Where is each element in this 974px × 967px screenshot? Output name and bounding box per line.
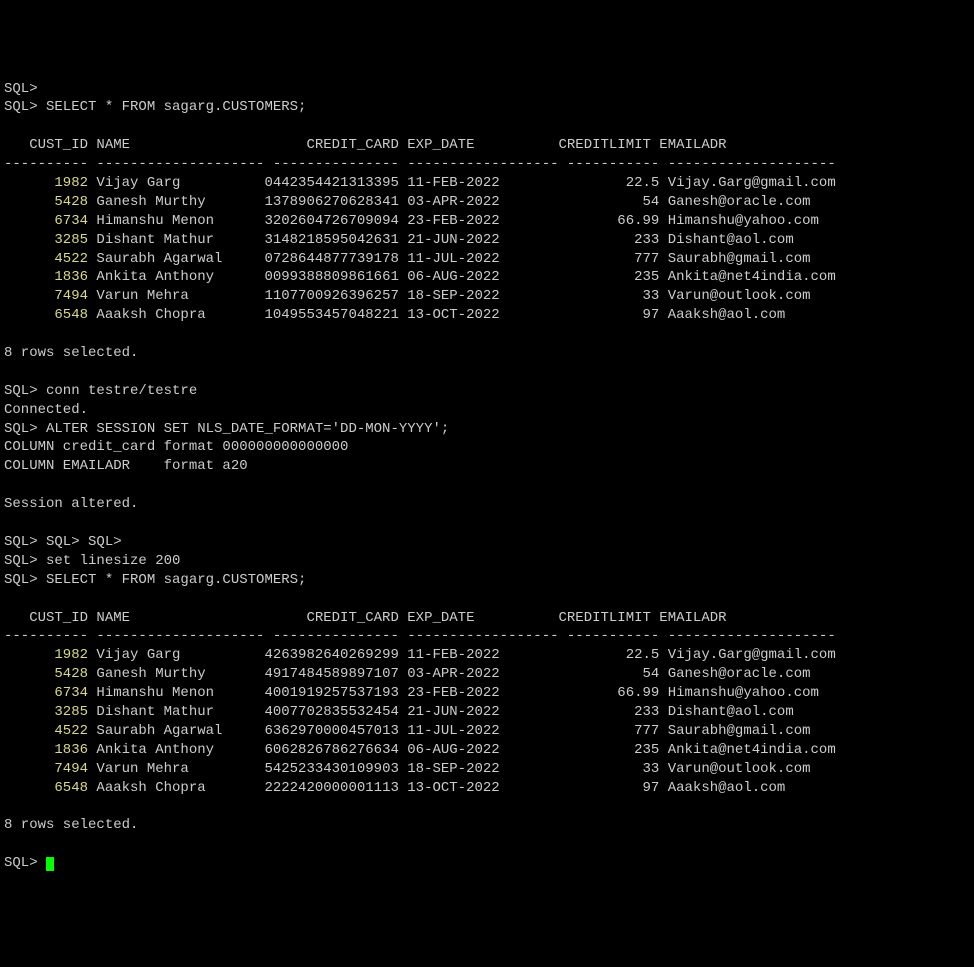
session-altered: Session altered.: [4, 495, 970, 514]
table-row: 1982 Vijay Garg 0442354421313395 11-FEB-…: [4, 174, 970, 193]
prompt-partial: SQL>: [4, 80, 970, 99]
table-separator: ---------- -------------------- --------…: [4, 155, 970, 174]
terminal-output[interactable]: SQL>SQL> SELECT * FROM sagarg.CUSTOMERS;…: [4, 80, 970, 873]
table-header: CUST_ID NAME CREDIT_CARD EXP_DATE CREDIT…: [4, 609, 970, 628]
blank: [4, 514, 970, 533]
blank: [4, 835, 970, 854]
table-separator: ---------- -------------------- --------…: [4, 627, 970, 646]
table-header: CUST_ID NAME CREDIT_CARD EXP_DATE CREDIT…: [4, 136, 970, 155]
table-row: 3285 Dishant Mathur 4007702835532454 21-…: [4, 703, 970, 722]
table-row: 5428 Ganesh Murthy 1378906270628341 03-A…: [4, 193, 970, 212]
blank: [4, 363, 970, 382]
column-email-format: COLUMN EMAILADR format a20: [4, 457, 970, 476]
table-row: 4522 Saurabh Agarwal 6362970000457013 11…: [4, 722, 970, 741]
blank: [4, 590, 970, 609]
column-credit-format: COLUMN credit_card format 00000000000000…: [4, 438, 970, 457]
sql-select-2: SQL> SELECT * FROM sagarg.CUSTOMERS;: [4, 571, 970, 590]
table-row: 6548 Aaaksh Chopra 1049553457048221 13-O…: [4, 306, 970, 325]
sql-linesize: SQL> set linesize 200: [4, 552, 970, 571]
table-row: 1982 Vijay Garg 4263982640269299 11-FEB-…: [4, 646, 970, 665]
table-row: 5428 Ganesh Murthy 4917484589897107 03-A…: [4, 665, 970, 684]
table-row: 1836 Ankita Anthony 6062826786276634 06-…: [4, 741, 970, 760]
rows-selected: 8 rows selected.: [4, 816, 970, 835]
table-row: 1836 Ankita Anthony 0099388809861661 06-…: [4, 268, 970, 287]
table-row: 6734 Himanshu Menon 4001919257537193 23-…: [4, 684, 970, 703]
connected: Connected.: [4, 401, 970, 420]
sql-triple: SQL> SQL> SQL>: [4, 533, 970, 552]
sql-select-1: SQL> SELECT * FROM sagarg.CUSTOMERS;: [4, 98, 970, 117]
blank: [4, 117, 970, 136]
blank: [4, 797, 970, 816]
table-row: 7494 Varun Mehra 5425233430109903 18-SEP…: [4, 760, 970, 779]
cursor-icon: [46, 857, 54, 871]
sql-alter-session: SQL> ALTER SESSION SET NLS_DATE_FORMAT='…: [4, 420, 970, 439]
table-row: 7494 Varun Mehra 1107700926396257 18-SEP…: [4, 287, 970, 306]
sql-prompt-active[interactable]: SQL>: [4, 854, 970, 873]
sql-conn: SQL> conn testre/testre: [4, 382, 970, 401]
table-row: 6734 Himanshu Menon 3202604726709094 23-…: [4, 212, 970, 231]
table-row: 3285 Dishant Mathur 3148218595042631 21-…: [4, 231, 970, 250]
rows-selected: 8 rows selected.: [4, 344, 970, 363]
blank: [4, 476, 970, 495]
blank: [4, 325, 970, 344]
table-row: 6548 Aaaksh Chopra 2222420000001113 13-O…: [4, 779, 970, 798]
table-row: 4522 Saurabh Agarwal 0728644877739178 11…: [4, 250, 970, 269]
